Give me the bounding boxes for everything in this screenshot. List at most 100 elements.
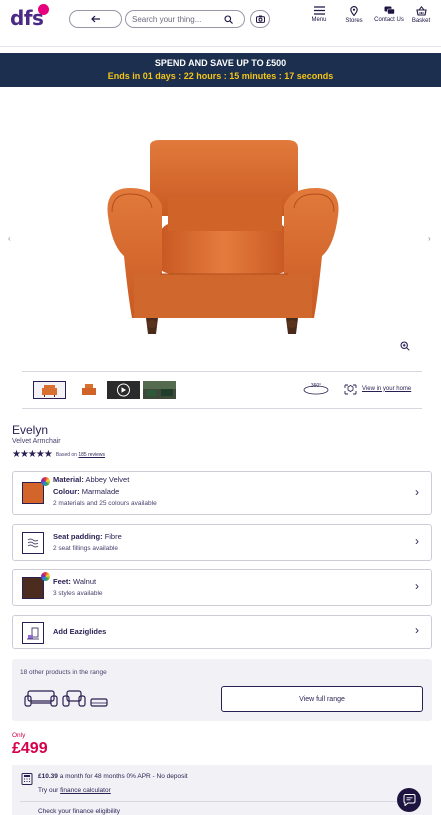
finance-monthly-text: £10.39 a month for 48 months 0% APR - No… [38, 773, 188, 780]
product-rating: ★★★★★ Based on 185 reviews [12, 449, 105, 460]
view-in-home-button[interactable]: View in your home [344, 382, 411, 395]
zoom-button[interactable] [400, 338, 410, 356]
option-feet[interactable]: Feet: Walnut 3 styles available › [12, 569, 432, 606]
feet-swatch [22, 577, 44, 599]
finance-divider [20, 801, 420, 802]
header-divider [0, 46, 441, 47]
thumbnail-armchair-angle-image [71, 381, 104, 399]
finance-calc-prefix: Try our [38, 787, 59, 794]
nav-contact-label: Contact Us [374, 17, 404, 23]
thumbnail-room-image [143, 381, 176, 399]
search-input[interactable] [132, 14, 224, 24]
seat-padding-value: Fibre [104, 532, 122, 541]
reviews-prefix: Based on [55, 451, 77, 458]
nav-menu[interactable]: Menu [301, 6, 337, 23]
play-icon [117, 383, 130, 397]
camera-icon [255, 15, 265, 23]
finance-monthly-amount: £10.39 [38, 773, 58, 780]
colour-value: Marmalade [81, 487, 120, 496]
feet-sub: 3 styles available [53, 590, 103, 597]
colour-wheel-icon [41, 477, 50, 486]
search-bar[interactable] [125, 10, 245, 28]
material-value: Abbey Velvet [85, 475, 130, 484]
range-icons [24, 689, 108, 709]
basket-icon [415, 6, 427, 16]
nav-basket-label: Basket [411, 18, 431, 24]
material-label: Material: [53, 475, 84, 484]
logo-badge [38, 4, 49, 15]
view-in-home-label: View in your home [362, 385, 412, 392]
carousel-next-icon[interactable]: › [428, 234, 431, 243]
armchair-icon [62, 690, 86, 707]
live-chat-button[interactable] [397, 788, 421, 812]
promo-countdown: Ends in 01 days : 22 hours : 15 minutes … [107, 71, 334, 81]
product-type: Velvet Armchair [12, 438, 61, 445]
nav-stores[interactable]: Stores [336, 6, 372, 24]
reviews-link[interactable]: 185 reviews [78, 452, 105, 458]
promo-banner[interactable]: SPEND AND SAVE UP TO £500 Ends in 01 day… [0, 53, 441, 87]
product-range-panel: 18 other products in the range View full… [12, 659, 432, 721]
finance-calculator-link[interactable]: finance calculator [60, 787, 111, 794]
search-icon[interactable] [224, 14, 233, 24]
thumbnail-video[interactable] [107, 381, 140, 399]
product-price: £499 [12, 740, 48, 757]
material-text: Material: Abbey Velvet Colour: Marmalade… [53, 474, 157, 510]
eaziglides-icon [22, 622, 44, 644]
chat-icon [384, 6, 395, 15]
chevron-right-icon: › [415, 485, 419, 499]
thumbnail-1[interactable] [33, 381, 66, 399]
option-seat-padding[interactable]: Seat padding: Fibre 2 seat fillings avai… [12, 524, 432, 561]
arrow-left-icon [90, 15, 100, 23]
feet-value: Walnut [73, 577, 97, 586]
seat-padding-icon [22, 532, 44, 554]
rating-stars: ★★★★★ [12, 449, 53, 460]
footstool-icon [90, 698, 108, 707]
nav-basket[interactable]: Basket [403, 6, 439, 24]
sofa-icon [24, 690, 58, 707]
feet-text: Feet: Walnut 3 styles available [53, 576, 103, 600]
nav-stores-label: Stores [345, 18, 363, 24]
calculator-icon [21, 773, 33, 785]
dfs-logo[interactable]: dfs [10, 4, 50, 32]
chevron-right-icon: › [415, 623, 419, 637]
colour-wheel-icon [41, 572, 50, 581]
eaziglides-label: Add Eaziglides [53, 627, 107, 636]
finance-panel: £10.39 a month for 48 months 0% APR - No… [12, 765, 432, 815]
thumbnail-armchair-front-image [34, 382, 65, 398]
rotate-360-icon: 360° [303, 383, 329, 395]
range-label: 18 other products in the range [20, 669, 107, 676]
reviews-summary: Based on 185 reviews [56, 452, 105, 458]
finance-monthly-terms: a month for 48 months 0% APR - No deposi… [59, 773, 188, 780]
seat-padding-text: Seat padding: Fibre 2 seat fillings avai… [53, 531, 122, 555]
zoom-icon [400, 341, 410, 351]
nav-contact-us[interactable]: Contact Us [371, 6, 407, 23]
chevron-right-icon: › [415, 534, 419, 548]
chat-bubble-icon [403, 794, 415, 806]
ar-cube-icon [344, 384, 357, 395]
seat-padding-label: Seat padding: [53, 532, 103, 541]
view-360-label: 360° [311, 383, 321, 389]
hamburger-icon [313, 6, 325, 15]
thumbnail-strip: 360° View in your home [22, 371, 422, 409]
thumbnail-2[interactable] [71, 381, 104, 399]
material-swatch [22, 482, 44, 504]
price-only-label: Only [12, 732, 26, 739]
thumbnail-room[interactable] [143, 381, 176, 399]
location-pin-icon [350, 6, 358, 16]
feet-label: Feet: [53, 577, 71, 586]
seat-padding-sub: 2 seat fillings available [53, 545, 119, 552]
view-full-range-button[interactable]: View full range [221, 686, 423, 712]
view-360-button[interactable]: 360° [302, 382, 330, 401]
promo-title: SPEND AND SAVE UP TO £500 [154, 58, 287, 68]
finance-eligibility-link[interactable]: Check your finance eligibility [38, 808, 120, 815]
material-sub: 2 materials and 25 colours available [53, 500, 157, 507]
option-eaziglides[interactable]: Add Eaziglides › [12, 615, 432, 649]
nav-menu-label: Menu [311, 17, 327, 23]
product-image-carousel[interactable]: ‹ › [0, 96, 441, 366]
back-button[interactable] [69, 10, 122, 28]
chevron-right-icon: › [415, 579, 419, 593]
camera-search-button[interactable] [250, 10, 270, 28]
carousel-prev-icon[interactable]: ‹ [8, 234, 11, 243]
armchair-image [107, 140, 339, 334]
option-material[interactable]: Material: Abbey Velvet Colour: Marmalade… [12, 471, 432, 515]
